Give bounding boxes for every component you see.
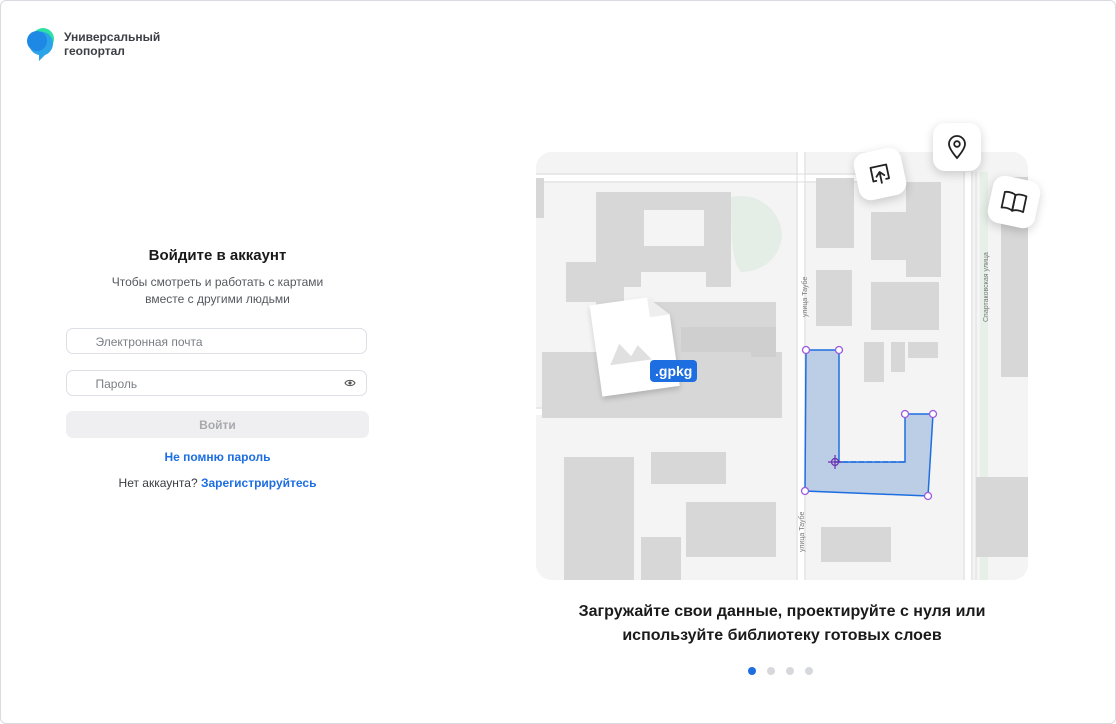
no-account-text: Нет аккаунта? xyxy=(118,476,198,490)
brand[interactable]: Универсальный геопортал xyxy=(26,27,174,61)
carousel-dot-4[interactable] xyxy=(805,667,813,675)
eye-icon[interactable] xyxy=(344,378,356,388)
forgot-password-link[interactable]: Не помню пароль xyxy=(66,450,369,464)
map-pin-icon xyxy=(948,135,966,160)
brand-name: Универсальный геопортал xyxy=(64,30,161,58)
password-field[interactable] xyxy=(66,370,367,397)
login-button[interactable]: Войти xyxy=(66,411,369,438)
login-form: Войдите в аккаунт Чтобы смотреть и работ… xyxy=(66,246,369,490)
email-input[interactable] xyxy=(93,329,348,355)
login-title: Войдите в аккаунт xyxy=(148,247,287,264)
register-row: Нет аккаунта? Зарегистрируйтесь xyxy=(66,476,369,490)
email-field[interactable] xyxy=(66,328,367,355)
upload-icon xyxy=(869,163,890,184)
street-label-taube-north: улица Таубе xyxy=(801,277,809,317)
balloon-logo-icon xyxy=(27,28,54,61)
password-input[interactable] xyxy=(93,371,348,397)
book-icon xyxy=(1000,190,1028,214)
location-button[interactable] xyxy=(933,123,981,171)
street-label-spartakovskaya: Спартаковская улица xyxy=(983,252,990,322)
carousel-dot-3[interactable] xyxy=(786,667,794,675)
login-subtitle: Чтобы смотреть и работать с картами вмес… xyxy=(111,275,324,306)
carousel-dot-1[interactable] xyxy=(748,667,756,675)
promo-caption: Загружайте свои данные, проектируйте с н… xyxy=(578,603,986,644)
file-card xyxy=(589,297,680,397)
carousel-dot-2[interactable] xyxy=(767,667,775,675)
gpkg-badge: .gpkg xyxy=(650,360,698,382)
carousel-pagination xyxy=(748,667,824,675)
register-link[interactable]: Зарегистрируйтесь xyxy=(201,476,317,490)
street-label-taube-south: улица Таубе xyxy=(798,512,806,552)
